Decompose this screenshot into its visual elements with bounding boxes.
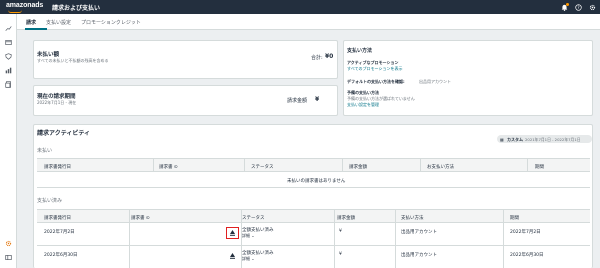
unpaid-total-label: 合計:	[311, 55, 323, 61]
row-payment-method: 出品用アカウント	[401, 230, 437, 235]
unpaid-balance-card: 未払い額 すべての未払いと不払額の残高を含める 合計: ¥0	[33, 40, 338, 79]
col-invoice-date[interactable]: 請求書発行日	[44, 164, 71, 170]
gear-icon[interactable]	[4, 239, 13, 248]
unpaid-title: 未払い額	[37, 52, 60, 58]
unpaid-empty-message: 未払いの請求書はありません	[287, 179, 346, 184]
col-invoice-date[interactable]: 請求書発行日	[44, 215, 71, 221]
paid-section-title: 支払い済み	[37, 198, 63, 204]
period-title: 現在の請求期間	[37, 94, 76, 100]
page-title: 請求および支払い	[52, 5, 101, 12]
highlight-box	[226, 227, 239, 239]
date-range-selector[interactable]: ▦ カスタム 2021年7月1日 - 2022年7月1日	[497, 135, 592, 143]
col-period[interactable]: 期間	[510, 215, 519, 221]
row-details-link[interactable]: 詳細 ⌄	[242, 256, 255, 262]
column-divider	[244, 158, 245, 172]
row-payment-method: 出品用アカウント	[401, 253, 437, 258]
row-divider	[37, 187, 590, 188]
row-amount: ¥	[339, 252, 342, 257]
svg-text:?: ?	[577, 5, 579, 10]
gear-icon[interactable]	[588, 3, 596, 11]
row-period: 2022年7月2日	[510, 230, 541, 235]
period-amount-value: ¥	[315, 96, 320, 103]
help-icon[interactable]: ?	[574, 3, 582, 11]
tab-bar: 請求 支払い設定 プロモーションクレジット	[17, 14, 600, 30]
calendar-icon: ▦	[500, 136, 504, 142]
unpaid-subtitle: すべての未払いと不払額の残高を含める	[37, 58, 109, 63]
table-row: 2022年6月30日 全額支払い済み 詳細 ⌄ ¥ 出品用アカウント 2022年…	[37, 246, 590, 268]
row-period: 2022年6月30日	[510, 253, 544, 258]
billing-activity-card: 請求アクティビティ ▦ カスタム 2021年7月1日 - 2022年7月1日 未…	[33, 124, 593, 268]
active-tab-indicator	[25, 28, 47, 30]
trend-icon[interactable]	[4, 24, 13, 33]
date-range-value: 2021年7月1日 - 2022年7月1日	[525, 136, 581, 142]
row-invoice-date: 2022年6月30日	[44, 253, 78, 258]
col-invoice[interactable]: 請求書 ⊙	[131, 215, 150, 221]
dock-icon[interactable]	[4, 253, 13, 262]
date-range-type: カスタム	[507, 136, 523, 142]
tab-payment-settings[interactable]: 支払い設定	[46, 19, 71, 26]
amazon-ads-logo[interactable]: amazonads	[6, 2, 43, 13]
col-status[interactable]: ステータス	[242, 215, 265, 221]
col-period[interactable]: 期間	[535, 164, 544, 170]
view-all-promos-link[interactable]: すべてのプロモーションを表示	[347, 66, 402, 72]
top-bar: amazonads 請求および支払い ?	[0, 0, 600, 14]
col-payment-method[interactable]: お支払い方法	[427, 164, 454, 170]
col-amount[interactable]: 請求金額	[337, 215, 355, 221]
col-payment-method[interactable]: 支払い方法	[401, 215, 424, 221]
row-amount: ¥	[339, 229, 342, 234]
column-divider	[153, 158, 154, 172]
column-divider	[527, 158, 528, 172]
download-invoice-button[interactable]	[227, 251, 238, 261]
default-payment-label: デフォルトの支払い方法を確認:	[347, 79, 405, 84]
left-sidebar	[0, 14, 17, 268]
tab-billing[interactable]: 請求	[26, 19, 36, 26]
tab-promo-credits[interactable]: プロモーションクレジット	[81, 19, 141, 26]
report-icon[interactable]	[4, 80, 13, 89]
billing-period-card: 現在の請求期間 2022年7月1日 - 現在 請求金額 ¥	[33, 85, 338, 116]
campaign-icon[interactable]	[4, 38, 13, 47]
unpaid-table-header: 請求書発行日 請求書 ⊙ ステータス 請求金額 お支払い方法 期間	[37, 158, 590, 172]
row-details-link[interactable]: 詳細 ⌄	[242, 233, 255, 239]
manage-payment-settings-link[interactable]: 支払い設定を管理	[347, 102, 379, 108]
col-amount[interactable]: 請求金額	[349, 164, 367, 170]
payment-title: 支払い方法	[347, 48, 373, 54]
default-payment-value: 出品用アカウント	[419, 79, 451, 84]
payment-method-card: 支払い方法 アクティブなプロモーション すべてのプロモーションを表示 デフォルト…	[343, 40, 593, 116]
paid-table-header: 請求書発行日 請求書 ⊙ ステータス 請求金額 支払い方法 期間	[37, 209, 590, 223]
column-divider	[420, 158, 421, 172]
column-divider	[342, 158, 343, 172]
unpaid-total-value: ¥0	[325, 53, 334, 60]
activity-title: 請求アクティビティ	[37, 130, 90, 137]
unpaid-section-title: 未払い	[37, 148, 53, 154]
col-invoice[interactable]: 請求書 ⊙	[159, 164, 178, 170]
row-invoice-date: 2022年7月2日	[44, 230, 75, 235]
shield-icon[interactable]	[4, 52, 13, 61]
period-amount-label: 請求金額	[287, 98, 308, 104]
notification-dot	[566, 3, 569, 6]
col-status[interactable]: ステータス	[251, 164, 274, 170]
table-row: 2022年7月2日 全額支払い済み 詳細 ⌄ ¥ 出品用アカウント 2022年7…	[37, 223, 590, 245]
period-subtitle: 2022年7月1日 - 現在	[37, 100, 77, 105]
bar-chart-icon[interactable]	[4, 66, 13, 75]
